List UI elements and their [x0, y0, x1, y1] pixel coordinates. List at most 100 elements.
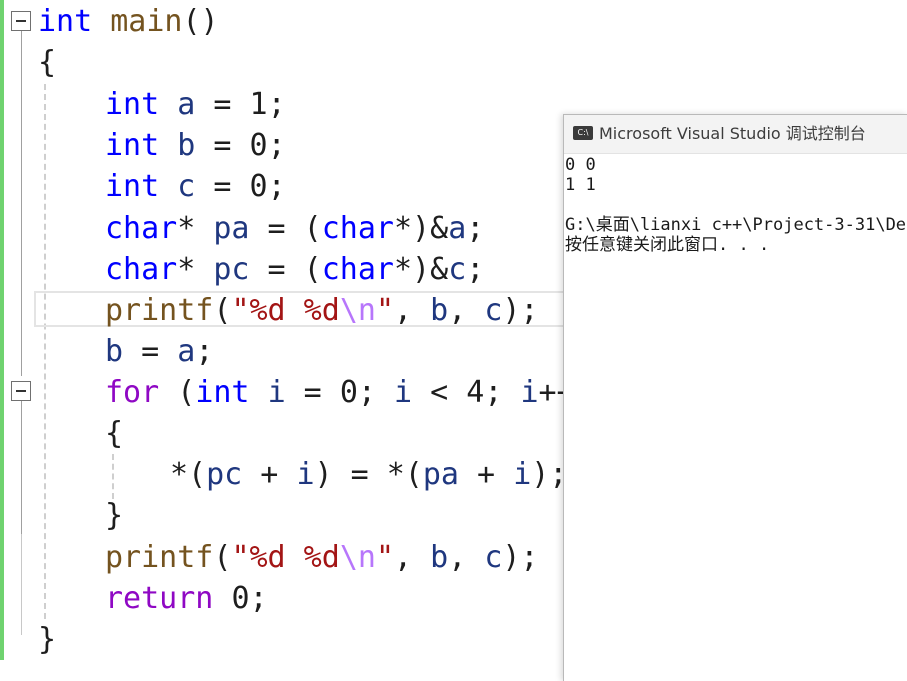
- code-token: ;: [484, 375, 521, 410]
- code-token: ,: [448, 540, 485, 575]
- code-token: ,: [448, 293, 485, 328]
- outline-line: [21, 31, 22, 376]
- code-token: c: [448, 252, 467, 287]
- code-token: (: [159, 375, 196, 410]
- code-token: (: [213, 293, 232, 328]
- code-token: ;: [466, 211, 485, 246]
- code-token: 4: [466, 375, 485, 410]
- code-token: b: [105, 334, 124, 369]
- code-token: );: [531, 457, 568, 492]
- code-token: = (: [249, 211, 322, 246]
- code-token: i: [394, 375, 413, 410]
- collapse-icon[interactable]: [11, 11, 31, 31]
- code-token: ": [375, 293, 394, 328]
- code-token: +: [459, 457, 514, 492]
- code-token: b: [177, 128, 196, 163]
- code-token: printf: [105, 293, 214, 328]
- code-line[interactable]: int main(): [38, 1, 219, 42]
- code-line[interactable]: for (int i = 0; i < 4; i++): [105, 372, 593, 413]
- code-token: *: [177, 252, 214, 287]
- code-token: char: [105, 211, 178, 246]
- code-token: <: [412, 375, 467, 410]
- code-token: ;: [267, 87, 286, 122]
- code-token: i: [513, 457, 532, 492]
- code-token: ;: [195, 334, 214, 369]
- code-token: ;: [249, 581, 268, 616]
- code-line[interactable]: char* pa = (char*)&a;: [105, 208, 484, 249]
- code-line[interactable]: int a = 1;: [105, 84, 286, 125]
- code-token: i: [296, 457, 315, 492]
- code-line[interactable]: return 0;: [105, 578, 268, 619]
- code-line[interactable]: *(pc + i) = *(pa + i);: [170, 454, 567, 495]
- outline-line: [21, 401, 22, 534]
- code-line[interactable]: }: [38, 619, 56, 660]
- code-token: {: [38, 45, 57, 80]
- code-token: char: [105, 252, 178, 287]
- console-app-icon: C:\: [573, 126, 593, 140]
- code-token: = (: [249, 252, 322, 287]
- code-token: i: [520, 375, 539, 410]
- code-token: c: [177, 169, 196, 204]
- code-token: ,: [394, 293, 431, 328]
- code-token: 0: [249, 128, 268, 163]
- console-output[interactable]: 0 0 1 1 G:\桌面\lianxi c++\Project-3-31\De…: [565, 155, 907, 255]
- code-token: c: [484, 293, 503, 328]
- code-token: pc: [213, 252, 250, 287]
- code-token: int: [195, 375, 250, 410]
- code-line[interactable]: b = a;: [105, 331, 213, 372]
- code-token: );: [502, 540, 539, 575]
- console-output-line: 按任意键关闭此窗口. . .: [565, 235, 770, 255]
- code-line[interactable]: {: [38, 42, 56, 83]
- code-token: =: [195, 87, 250, 122]
- debug-console-window[interactable]: C:\ Microsoft Visual Studio 调试控制台 0 0 1 …: [563, 114, 907, 681]
- code-token: a: [177, 87, 196, 122]
- code-token: 0: [339, 375, 358, 410]
- code-token: int: [105, 87, 160, 122]
- console-output-line: 1 1: [565, 175, 596, 195]
- indent-guide: [44, 84, 46, 619]
- code-token: ": [375, 540, 394, 575]
- code-line[interactable]: }: [105, 495, 123, 536]
- code-token: \n: [339, 293, 376, 328]
- code-token: =: [195, 128, 250, 163]
- code-token: main: [110, 4, 183, 39]
- code-token: a: [177, 334, 196, 369]
- code-token: }: [38, 622, 57, 657]
- collapse-icon[interactable]: [11, 381, 31, 401]
- code-token: 1: [249, 87, 268, 122]
- code-token: b: [430, 293, 449, 328]
- code-token: ;: [267, 128, 286, 163]
- code-token: return: [105, 581, 214, 616]
- code-token: for: [105, 375, 160, 410]
- code-line[interactable]: printf("%d %d\n", b, c);: [105, 537, 539, 578]
- code-token: char: [321, 252, 394, 287]
- console-titlebar[interactable]: C:\ Microsoft Visual Studio 调试控制台: [564, 115, 907, 154]
- change-tracking-bar: [0, 0, 4, 660]
- code-token: int: [38, 4, 93, 39]
- code-token: *)&: [394, 211, 449, 246]
- code-token: int: [105, 169, 160, 204]
- code-token: =: [285, 375, 340, 410]
- code-line[interactable]: int b = 0;: [105, 125, 286, 166]
- code-token: {: [105, 416, 124, 451]
- console-output-line: 0 0: [565, 155, 596, 175]
- code-line[interactable]: printf("%d %d\n", b, c);: [105, 290, 539, 331]
- code-token: ;: [267, 169, 286, 204]
- code-token: }: [105, 498, 124, 533]
- code-token: (): [182, 4, 219, 39]
- code-line[interactable]: int c = 0;: [105, 166, 286, 207]
- code-line[interactable]: char* pc = (char*)&c;: [105, 249, 484, 290]
- code-token: 0: [231, 581, 250, 616]
- code-line[interactable]: {: [105, 413, 123, 454]
- code-token: \n: [339, 540, 376, 575]
- code-token: ) = *(: [314, 457, 423, 492]
- outline-line: [21, 534, 22, 635]
- console-output-line: G:\桌面\lianxi c++\Project-3-31\Debug: [565, 215, 907, 235]
- code-token: pa: [213, 211, 250, 246]
